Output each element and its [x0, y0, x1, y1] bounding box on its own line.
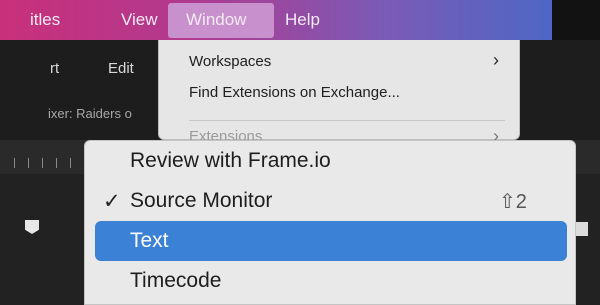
timeline-right-handle[interactable] [574, 222, 588, 236]
menubar: itles View Window Help [0, 0, 552, 40]
ruler-tick [14, 158, 15, 168]
playhead-marker-icon[interactable] [25, 220, 39, 234]
ruler-tick [56, 158, 57, 168]
window-submenu-large: Review with Frame.io ✓ Source Monitor ⇧2… [84, 140, 576, 305]
menu-help[interactable]: Help [285, 10, 320, 30]
menu-item-review-frameio[interactable]: Review with Frame.io [130, 149, 331, 173]
ruler-tick [70, 158, 71, 168]
ruler-tick [42, 158, 43, 168]
shortcut-source-monitor: ⇧2 [499, 191, 527, 213]
window-menu-dropdown: Workspaces › Find Extensions on Exchange… [158, 40, 520, 146]
menu-item-find-extensions[interactable]: Find Extensions on Exchange... [189, 84, 400, 101]
menu-separator [189, 120, 505, 121]
menu-item-source-monitor[interactable]: Source Monitor [130, 189, 272, 213]
menu-item-workspaces[interactable]: Workspaces [189, 53, 271, 70]
tab-edit[interactable]: Edit [108, 60, 134, 77]
chevron-right-icon: › [493, 50, 499, 70]
ruler-tick [28, 158, 29, 168]
menu-item-timecode[interactable]: Timecode [130, 269, 221, 293]
tab-export-partial[interactable]: rt [50, 60, 59, 77]
menu-window[interactable]: Window [186, 10, 246, 30]
menu-item-text[interactable]: Text [130, 229, 169, 253]
menu-titles[interactable]: itles [30, 10, 60, 30]
menu-view[interactable]: View [121, 10, 158, 30]
mixer-label: ixer: Raiders o [48, 106, 132, 121]
checkmark-icon: ✓ [103, 190, 121, 213]
